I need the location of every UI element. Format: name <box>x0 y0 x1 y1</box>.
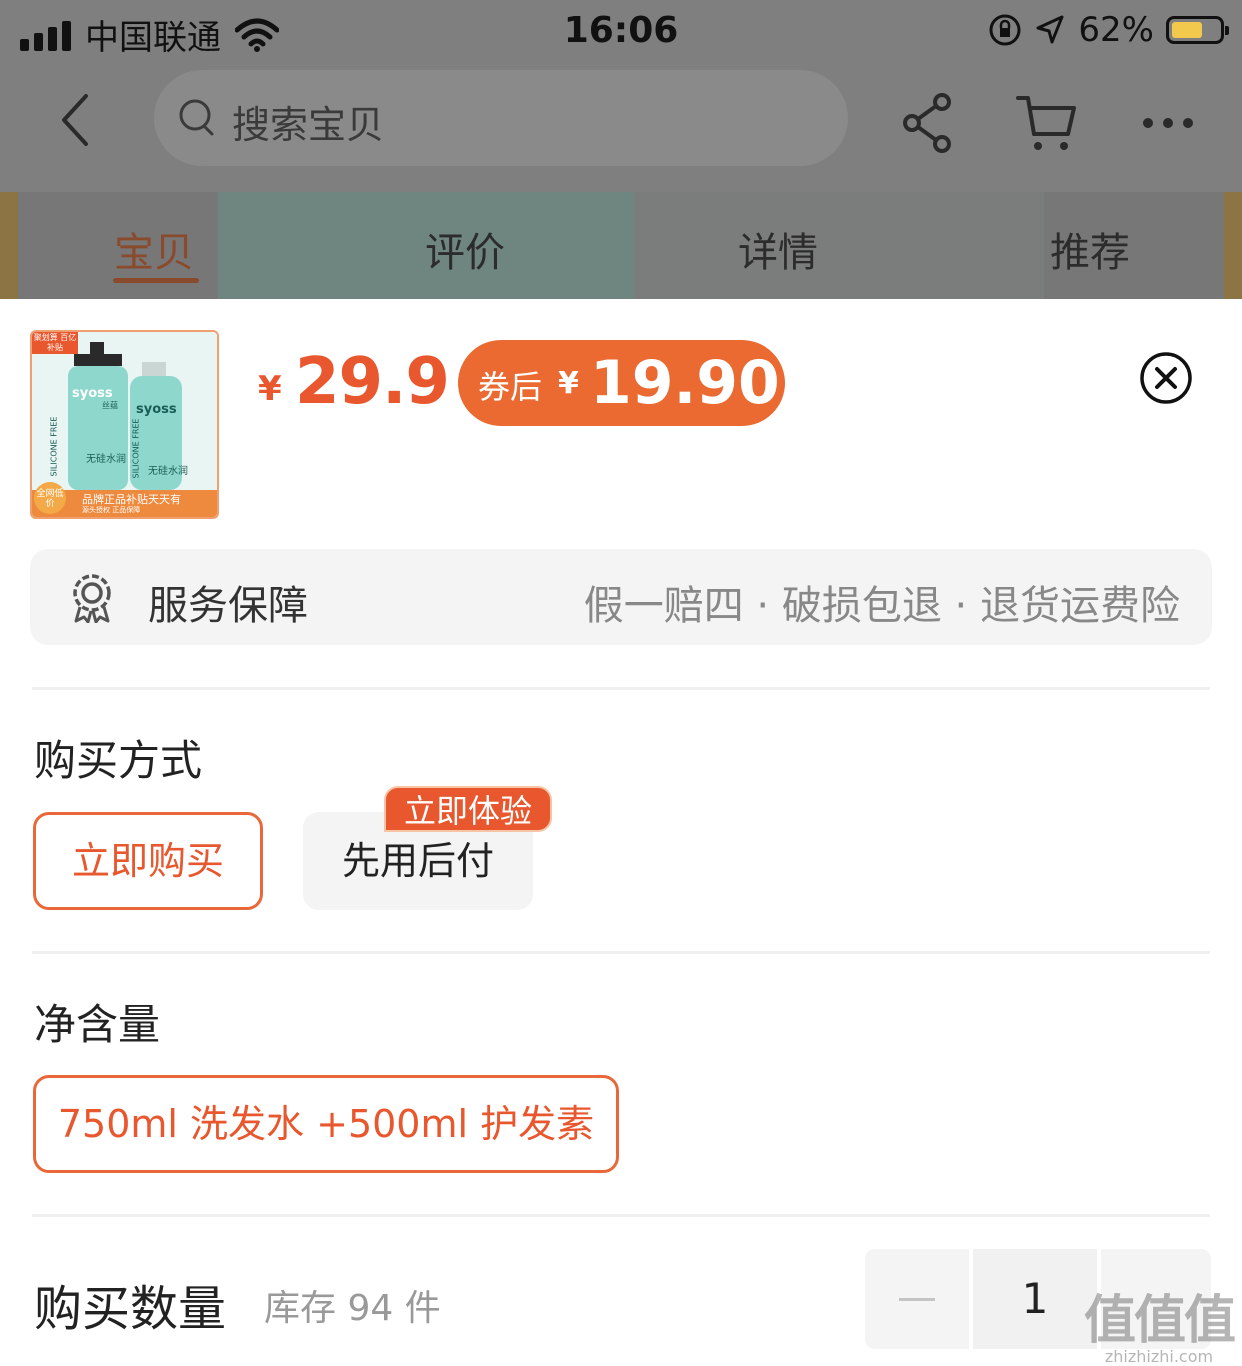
share-icon[interactable] <box>900 92 956 154</box>
divider <box>32 1214 1210 1217</box>
coupon-price: 19.90 <box>590 348 780 418</box>
product-tabs: 宝贝 评价 详情 推荐 <box>0 192 1242 299</box>
banner-image <box>634 192 1044 299</box>
purchase-method-title: 购买方式 <box>34 736 203 785</box>
thumb-promo-sub: 源头授权 正品保障 <box>82 506 141 514</box>
battery-icon <box>1166 16 1229 44</box>
thumb-line-right: SILICONE FREE <box>131 418 141 479</box>
status-bar: 中国联通 16:06 62% <box>0 0 1242 62</box>
decrease-button[interactable] <box>865 1249 969 1349</box>
tab-reviews[interactable]: 评价 <box>425 220 505 278</box>
quantity-value[interactable]: 1 <box>973 1249 1097 1349</box>
tab-details[interactable]: 详情 <box>738 220 818 278</box>
thumb-brand-cn: 丝蕴 <box>102 401 118 410</box>
badge-icon <box>73 574 111 623</box>
service-items: 假一赔四 · 破损包退 · 退货运费险 <box>583 583 1180 629</box>
back-icon[interactable] <box>50 90 110 150</box>
search-icon <box>179 99 214 136</box>
cart-icon[interactable] <box>1016 92 1078 154</box>
thumb-variant-right: 无硅水润 <box>148 466 188 477</box>
more-icon[interactable] <box>1140 92 1196 154</box>
watermark-domain: zhizhizhi.com <box>1104 1347 1214 1366</box>
location-icon <box>1036 15 1064 44</box>
service-guarantee[interactable]: 服务保障 假一赔四 · 破损包退 · 退货运费险 <box>30 549 1212 645</box>
service-title: 服务保障 <box>148 583 308 629</box>
tab-baobei[interactable]: 宝贝 <box>114 220 194 278</box>
product-thumbnail[interactable]: 聚划算 百亿补贴 syoss syoss 丝蕴 SILICONE FREE SI… <box>30 330 219 519</box>
background-overlay[interactable]: 中国联通 16:06 62% 搜索宝贝 宝贝 评价 详情 推荐 <box>0 0 1242 299</box>
sku-sheet: 聚划算 百亿补贴 syoss syoss 丝蕴 SILICONE FREE SI… <box>0 299 1242 1358</box>
search-placeholder: 搜索宝贝 <box>232 103 385 147</box>
thumb-brand-left: syoss <box>72 386 113 401</box>
stock-count: 库存 94 件 <box>264 1288 441 1329</box>
tab-recommend[interactable]: 推荐 <box>1050 220 1130 278</box>
divider <box>32 687 1210 690</box>
banner-image <box>0 192 18 299</box>
thumb-brand-right: syoss <box>136 402 177 417</box>
try-now-badge: 立即体验 <box>384 786 552 832</box>
price-currency: ¥ <box>258 369 282 409</box>
search-bar[interactable]: 搜索宝贝 <box>154 70 848 166</box>
top-nav: 搜索宝贝 <box>0 68 1242 178</box>
rotation-lock-icon <box>989 14 1021 46</box>
coupon-label: 券后 <box>478 368 543 406</box>
tab-active-indicator <box>113 278 199 283</box>
thumb-promo-badge: 全网低价 <box>36 489 64 509</box>
watermark: 值值值 zhizhizhi.com <box>1083 1278 1236 1366</box>
thumb-line-left: SILICONE FREE <box>49 416 59 477</box>
option-net-content[interactable]: 750ml 洗发水 +500ml 护发素 <box>33 1075 619 1173</box>
thumb-variant-left: 无硅水润 <box>86 454 126 465</box>
option-buy-now[interactable]: 立即购买 <box>33 812 263 910</box>
watermark-text: 值值值 <box>1083 1291 1236 1351</box>
coupon-price-badge: 券后 ¥ 19.90 <box>458 340 785 426</box>
thumb-corner-tag: 聚划算 百亿补贴 <box>33 333 77 352</box>
battery-percent: 62% <box>1078 10 1154 50</box>
divider <box>32 951 1210 954</box>
net-content-title: 净含量 <box>34 1000 161 1049</box>
close-icon[interactable] <box>1139 351 1193 405</box>
price: 29.9 <box>295 345 450 419</box>
banner-image <box>1224 192 1242 299</box>
coupon-currency: ¥ <box>558 366 579 401</box>
quantity-title: 购买数量 <box>34 1281 227 1337</box>
